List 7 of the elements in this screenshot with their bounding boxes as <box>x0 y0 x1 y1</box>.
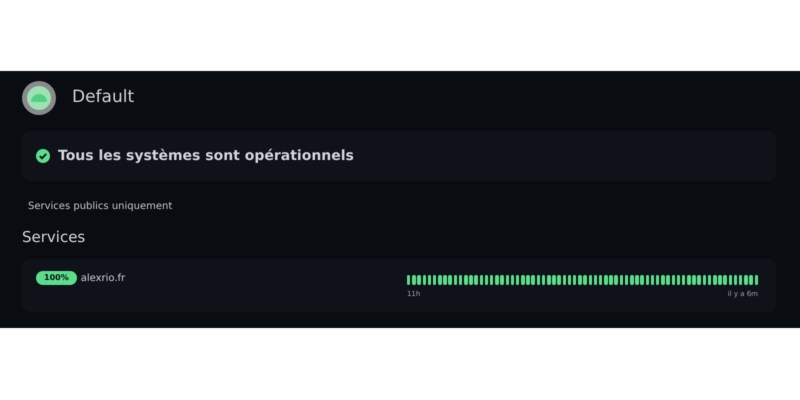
logo-icon <box>22 81 56 115</box>
status-message: Tous les systèmes sont opérationnels <box>58 146 354 166</box>
section-heading: Services <box>22 227 86 248</box>
service-name: alexrio.fr <box>80 272 126 286</box>
uptime-badge: 100% <box>36 270 77 284</box>
filter-note: Services publics uniquement <box>28 200 174 214</box>
page-title: Default <box>72 86 134 110</box>
